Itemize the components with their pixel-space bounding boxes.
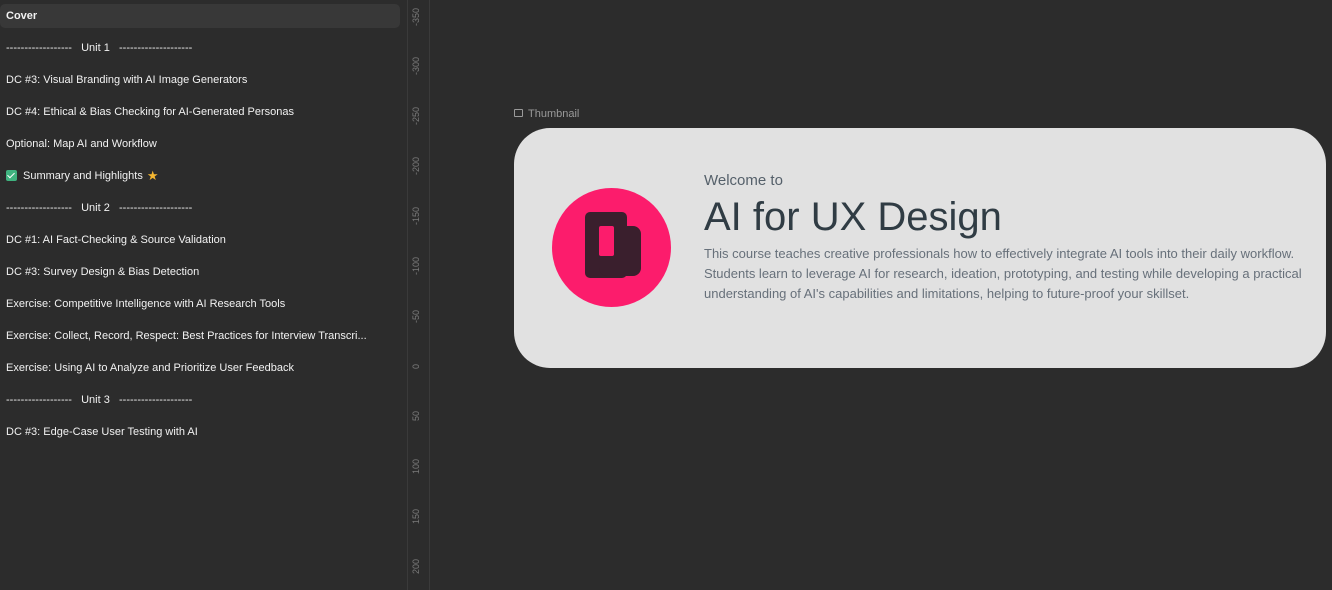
page-item-label: ------------------ Unit 3 --------------… <box>6 394 193 406</box>
ruler-tick: -50 <box>411 309 421 323</box>
thumbnail-frame[interactable]: Welcome to AI for UX Design This course … <box>514 128 1326 368</box>
page-item-label: Exercise: Competitive Intelligence with … <box>6 298 286 310</box>
star-icon: ★ <box>146 168 159 183</box>
course-description: This course teaches creative professiona… <box>704 246 1302 301</box>
welcome-text: Welcome to <box>704 172 783 189</box>
page-item-label: ------------------ Unit 2 --------------… <box>6 202 193 214</box>
page-item-label: Optional: Map AI and Workflow <box>6 138 157 150</box>
page-item-interview-transcripts[interactable]: Exercise: Collect, Record, Respect: Best… <box>0 324 400 348</box>
card-text: Welcome to AI for UX Design This course … <box>704 170 1309 304</box>
pages-sidebar: Cover ------------------ Unit 1 --------… <box>0 0 408 590</box>
ruler-tick: -100 <box>411 257 421 276</box>
page-item-unit-3-divider[interactable]: ------------------ Unit 3 --------------… <box>0 388 400 412</box>
page-item-ethical-bias[interactable]: DC #4: Ethical & Bias Checking for AI-Ge… <box>0 100 400 124</box>
page-item-label: Summary and Highlights <box>23 170 143 182</box>
ruler-tick: 100 <box>411 458 421 474</box>
page-item-label: DC #3: Visual Branding with AI Image Gen… <box>6 74 248 86</box>
page-item-map-ai-workflow[interactable]: Optional: Map AI and Workflow <box>0 132 400 156</box>
ruler-tick: 50 <box>411 411 421 422</box>
vertical-ruler: -350 -300 -250 -200 -150 -100 -50 0 50 1… <box>408 0 430 590</box>
page-item-cover[interactable]: Cover <box>0 4 400 28</box>
check-icon <box>6 170 17 181</box>
ruler-tick: 0 <box>411 363 421 369</box>
page-item-competitive-intelligence[interactable]: Exercise: Competitive Intelligence with … <box>0 292 400 316</box>
page-item-visual-branding[interactable]: DC #3: Visual Branding with AI Image Gen… <box>0 68 400 92</box>
page-item-summary[interactable]: Summary and Highlights ★ <box>0 164 400 188</box>
page-item-label: DC #3: Survey Design & Bias Detection <box>6 266 200 278</box>
course-title: AI for UX Design <box>704 195 1002 239</box>
design-canvas[interactable]: Thumbnail Welcome to AI for UX Design Th… <box>430 0 1332 590</box>
page-item-label: DC #4: Ethical & Bias Checking for AI-Ge… <box>6 106 294 118</box>
ruler-tick: -350 <box>411 8 421 27</box>
ruler-tick: -300 <box>411 57 421 76</box>
ruler-tick: -150 <box>411 207 421 226</box>
page-item-label: Cover <box>6 10 38 22</box>
page-item-survey-design[interactable]: DC #3: Survey Design & Bias Detection <box>0 260 400 284</box>
page-item-fact-checking[interactable]: DC #1: AI Fact-Checking & Source Validat… <box>0 228 400 252</box>
ruler-tick: 200 <box>411 558 421 574</box>
page-item-label: DC #1: AI Fact-Checking & Source Validat… <box>6 234 226 246</box>
ruler-tick: -200 <box>411 157 421 176</box>
page-item-edge-case-testing[interactable]: DC #3: Edge-Case User Testing with AI <box>0 420 400 444</box>
frame-label[interactable]: Thumbnail <box>514 107 579 121</box>
page-item-user-feedback[interactable]: Exercise: Using AI to Analyze and Priori… <box>0 356 400 380</box>
logo-mark-icon <box>585 212 641 278</box>
frame-label-text: Thumbnail <box>528 108 580 120</box>
page-item-label: ------------------ Unit 1 --------------… <box>6 42 193 54</box>
course-logo <box>552 188 671 307</box>
page-item-label: Exercise: Collect, Record, Respect: Best… <box>6 330 367 342</box>
page-item-label: DC #3: Edge-Case User Testing with AI <box>6 426 198 438</box>
ruler-tick: -250 <box>411 107 421 126</box>
page-item-unit-2-divider[interactable]: ------------------ Unit 2 --------------… <box>0 196 400 220</box>
page-item-unit-1-divider[interactable]: ------------------ Unit 1 --------------… <box>0 36 400 60</box>
ruler-tick: 150 <box>411 508 421 524</box>
app-window: Cover ------------------ Unit 1 --------… <box>0 0 1332 590</box>
page-item-label: Exercise: Using AI to Analyze and Priori… <box>6 362 294 374</box>
frame-icon <box>514 109 523 117</box>
